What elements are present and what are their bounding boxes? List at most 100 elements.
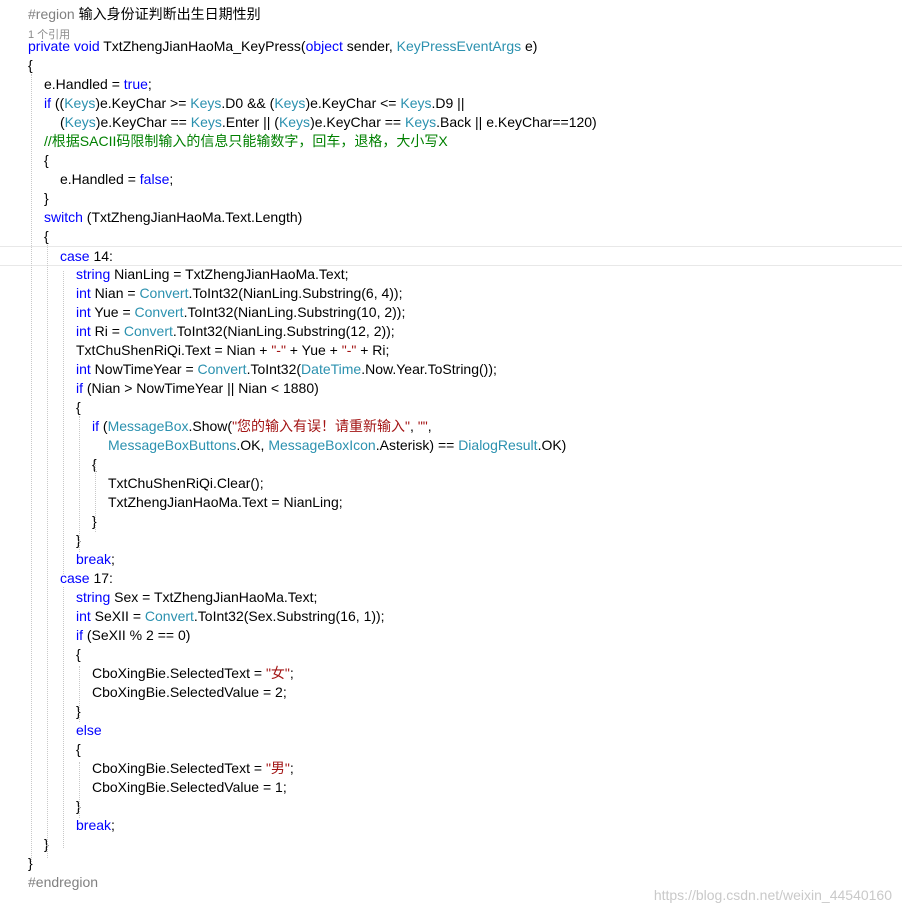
token-plain: .ToInt32(NianLing.Substring(12, 2)); bbox=[172, 323, 395, 339]
token-plain: } bbox=[44, 190, 49, 206]
token-plain: NianLing = TxtZhengJianHaoMa.Text; bbox=[110, 266, 349, 282]
code-line[interactable]: private void TxtZhengJianHaoMa_KeyPress(… bbox=[0, 37, 902, 56]
code-line[interactable]: e.Handled = true; bbox=[0, 75, 902, 94]
token-plain: .ToInt32(NianLing.Substring(10, 2)); bbox=[183, 304, 406, 320]
token-plain: .Now.Year.ToString()); bbox=[361, 361, 497, 377]
token-kw: false bbox=[139, 171, 170, 187]
code-line-text: private void TxtZhengJianHaoMa_KeyPress(… bbox=[28, 37, 537, 56]
code-line[interactable]: #region 输入身份证判断出生日期性别 bbox=[0, 5, 902, 24]
token-ty: Keys bbox=[278, 114, 311, 130]
code-line-text: switch (TxtZhengJianHaoMa.Text.Length) bbox=[44, 208, 302, 227]
code-line[interactable]: CboXingBie.SelectedText = "男"; bbox=[0, 759, 902, 778]
token-kw: if bbox=[44, 95, 51, 111]
indent-guide bbox=[63, 271, 64, 576]
code-line[interactable]: { bbox=[0, 645, 902, 664]
token-kw: string bbox=[76, 589, 111, 605]
code-line[interactable]: if (Nian > NowTimeYear || Nian < 1880) bbox=[0, 379, 902, 398]
code-line[interactable]: switch (TxtZhengJianHaoMa.Text.Length) bbox=[0, 208, 902, 227]
token-ty: MessageBox bbox=[107, 418, 189, 434]
code-line[interactable]: (Keys)e.KeyChar == Keys.Enter || (Keys)e… bbox=[0, 113, 902, 132]
code-line[interactable]: if ((Keys)e.KeyChar >= Keys.D0 && (Keys)… bbox=[0, 94, 902, 113]
code-line-text: int Ri = Convert.ToInt32(NianLing.Substr… bbox=[76, 322, 395, 341]
token-plain: Ri = bbox=[90, 323, 124, 339]
code-line[interactable]: int Ri = Convert.ToInt32(NianLing.Substr… bbox=[0, 322, 902, 341]
code-line[interactable]: TxtChuShenRiQi.Text = Nian + "-" + Yue +… bbox=[0, 341, 902, 360]
code-line[interactable]: } bbox=[0, 702, 902, 721]
code-line-text: { bbox=[76, 645, 81, 664]
code-line[interactable]: CboXingBie.SelectedText = "女"; bbox=[0, 664, 902, 683]
token-ty: Convert bbox=[139, 285, 189, 301]
token-ty: Keys bbox=[274, 95, 306, 111]
token-kw: private bbox=[28, 38, 71, 54]
token-plain: + Yue + bbox=[285, 342, 342, 358]
code-line[interactable]: TxtChuShenRiQi.Clear(); bbox=[0, 474, 902, 493]
code-line[interactable]: int SeXII = Convert.ToInt32(Sex.Substrin… bbox=[0, 607, 902, 626]
code-line-text: //根据SACII码限制输入的信息只能输数字，回车，退格，大小写X bbox=[44, 132, 448, 151]
code-line[interactable]: else bbox=[0, 721, 902, 740]
code-line[interactable]: } bbox=[0, 797, 902, 816]
code-line[interactable]: //根据SACII码限制输入的信息只能输数字，回车，退格，大小写X bbox=[0, 132, 902, 151]
code-line[interactable]: case 17: bbox=[0, 569, 902, 588]
code-line-text: #region 输入身份证判断出生日期性别 bbox=[28, 5, 261, 24]
code-line[interactable]: MessageBoxButtons.OK, MessageBoxIcon.Ast… bbox=[0, 436, 902, 455]
code-line[interactable]: if (SeXII % 2 == 0) bbox=[0, 626, 902, 645]
token-plain: e.Handled = bbox=[60, 171, 140, 187]
code-line[interactable]: } bbox=[0, 531, 902, 550]
code-line[interactable]: int Nian = Convert.ToInt32(NianLing.Subs… bbox=[0, 284, 902, 303]
code-line[interactable]: } bbox=[0, 512, 902, 531]
token-plain: TxtZhengJianHaoMa.Text = NianLing; bbox=[108, 494, 343, 510]
indent-guide bbox=[79, 416, 80, 552]
code-line[interactable]: } bbox=[0, 189, 902, 208]
code-line[interactable]: break; bbox=[0, 550, 902, 569]
token-plain: e) bbox=[521, 38, 538, 54]
token-plain: )e.KeyChar >= bbox=[95, 95, 191, 111]
code-editor[interactable]: #region 输入身份证判断出生日期性别 1 个引用 private void T… bbox=[0, 0, 902, 911]
token-ty: MessageBoxButtons bbox=[108, 437, 237, 453]
code-line[interactable]: case 14: bbox=[0, 246, 902, 266]
code-line[interactable]: TxtZhengJianHaoMa.Text = NianLing; bbox=[0, 493, 902, 512]
token-plain: .ToInt32(Sex.Substring(16, 1)); bbox=[193, 608, 385, 624]
token-plain: (SeXII % 2 == 0) bbox=[83, 627, 191, 643]
token-ty: Keys bbox=[190, 114, 222, 130]
code-line[interactable]: { bbox=[0, 740, 902, 759]
code-line[interactable]: string NianLing = TxtZhengJianHaoMa.Text… bbox=[0, 265, 902, 284]
token-ty: Convert bbox=[197, 361, 247, 377]
code-line[interactable]: { bbox=[0, 151, 902, 170]
token-ty: Convert bbox=[134, 304, 184, 320]
code-line[interactable]: } bbox=[0, 835, 902, 854]
code-line[interactable]: } bbox=[0, 854, 902, 873]
code-line[interactable]: { bbox=[0, 455, 902, 474]
token-kw: true bbox=[123, 76, 148, 92]
code-line[interactable]: e.Handled = false; bbox=[0, 170, 902, 189]
token-plain: .OK, bbox=[236, 437, 269, 453]
token-kw: if bbox=[76, 627, 83, 643]
token-ty: Keys bbox=[405, 114, 437, 130]
code-line-text: break; bbox=[76, 550, 115, 569]
indent-guide bbox=[95, 460, 96, 532]
code-line-text: CboXingBie.SelectedValue = 2; bbox=[92, 683, 287, 702]
code-line[interactable]: string Sex = TxtZhengJianHaoMa.Text; bbox=[0, 588, 902, 607]
code-line[interactable]: break; bbox=[0, 816, 902, 835]
token-kw: object bbox=[305, 38, 343, 54]
token-plain: Yue = bbox=[90, 304, 135, 320]
indent-guide bbox=[31, 74, 32, 866]
code-line[interactable]: int Yue = Convert.ToInt32(NianLing.Subst… bbox=[0, 303, 902, 322]
token-kw: void bbox=[73, 38, 100, 54]
code-line[interactable]: int NowTimeYear = Convert.ToInt32(DateTi… bbox=[0, 360, 902, 379]
token-plain: { bbox=[44, 152, 49, 168]
code-line[interactable]: { bbox=[0, 56, 902, 75]
code-line-text: if (SeXII % 2 == 0) bbox=[76, 626, 190, 645]
code-line-text: { bbox=[76, 398, 81, 417]
code-line[interactable]: CboXingBie.SelectedValue = 2; bbox=[0, 683, 902, 702]
token-kw: case bbox=[60, 570, 90, 586]
token-plain: ( bbox=[99, 418, 108, 434]
code-line[interactable]: { bbox=[0, 227, 902, 246]
code-line[interactable]: if (MessageBox.Show("您的输入有误！请重新输入", "", bbox=[0, 417, 902, 436]
token-plain: ; bbox=[289, 760, 294, 776]
token-plain: + Ri; bbox=[356, 342, 390, 358]
code-line[interactable]: CboXingBie.SelectedValue = 1; bbox=[0, 778, 902, 797]
token-kw: int bbox=[76, 608, 91, 624]
code-line[interactable]: { bbox=[0, 398, 902, 417]
token-plain: 输入身份证判断出生日期性别 bbox=[78, 6, 261, 22]
token-plain: CboXingBie.SelectedText = bbox=[92, 760, 266, 776]
